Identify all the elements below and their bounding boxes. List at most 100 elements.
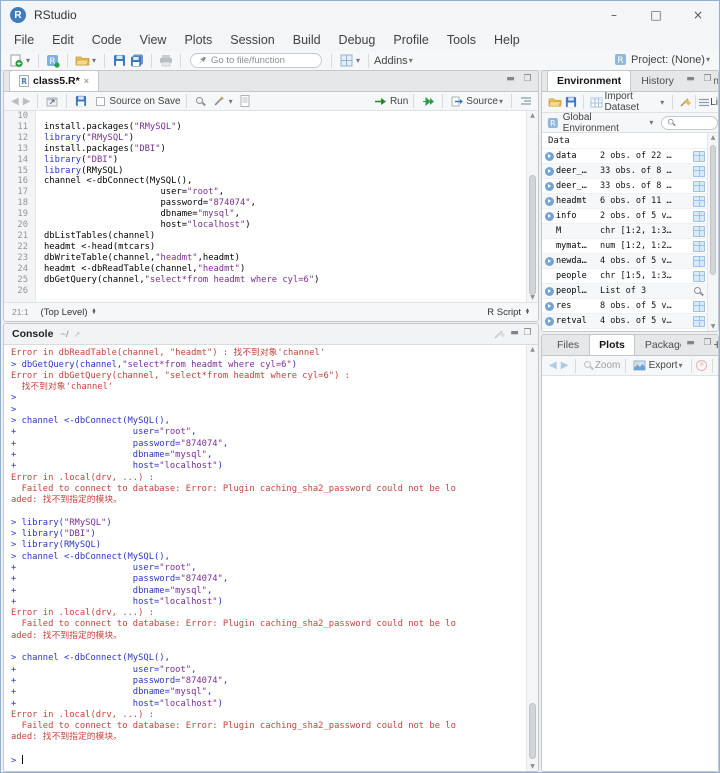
code-tools-caret-icon[interactable]: ▾ [229, 97, 233, 106]
file-type-spin-icon[interactable]: ▲▼ [525, 309, 530, 316]
env-object-row[interactable]: Mchr [1:2, 1:3… [542, 223, 707, 238]
nav-back-icon[interactable]: ◀ [11, 96, 19, 107]
env-object-row[interactable]: peoplechr [1:5, 1:3… [542, 268, 707, 283]
view-table-icon[interactable] [690, 151, 707, 162]
environment-scrollbar[interactable]: ▲ ▼ [707, 133, 718, 331]
expand-icon[interactable] [542, 182, 556, 191]
menu-session[interactable]: Session [221, 30, 283, 50]
menu-view[interactable]: View [131, 30, 176, 50]
menu-build[interactable]: Build [284, 30, 330, 50]
window-minimize-button[interactable]: – [593, 1, 635, 29]
console-scrollbar[interactable]: ▲ ▼ [526, 345, 538, 771]
run-button[interactable]: Run [390, 96, 408, 107]
load-workspace-icon[interactable] [548, 94, 562, 110]
pane-layout-icon[interactable] [338, 53, 354, 69]
document-outline-icon[interactable] [518, 93, 534, 109]
import-dataset-icon[interactable] [590, 94, 603, 110]
env-maximize-icon[interactable]: ❐ [701, 75, 714, 86]
menu-help[interactable]: Help [485, 30, 529, 50]
import-dataset-caret-icon[interactable]: ▾ [660, 98, 664, 107]
export-plot-button[interactable]: Export [649, 360, 678, 371]
menu-profile[interactable]: Profile [384, 30, 437, 50]
zoom-plot-icon[interactable] [582, 358, 593, 374]
env-object-row[interactable]: peopl…List of 3 [542, 283, 707, 298]
view-table-icon[interactable] [690, 241, 707, 252]
print-icon[interactable] [158, 53, 174, 69]
source-button[interactable]: Source [466, 96, 498, 107]
tab-history[interactable]: History [631, 71, 684, 91]
scope-spin-icon[interactable]: ▲▼ [92, 309, 97, 316]
source-minimize-icon[interactable]: ▬ [504, 75, 517, 86]
env-object-row[interactable]: headmt6 obs. of 11 … [542, 193, 707, 208]
plots-minimize-icon[interactable]: ▬ [684, 339, 697, 350]
editor-scrollbar[interactable]: ▲ ▼ [526, 111, 538, 302]
scroll-down-icon[interactable]: ▼ [708, 322, 718, 331]
expand-icon[interactable] [542, 212, 556, 221]
project-menu-button[interactable]: R Project: (None) ▾ [614, 53, 713, 66]
code-editor[interactable]: 1011121314151617181920212223242526 insta… [4, 111, 538, 302]
plots-maximize-icon[interactable]: ❐ [701, 339, 714, 350]
source-on-save-checkbox[interactable] [96, 97, 105, 106]
scroll-up-icon[interactable]: ▲ [708, 133, 718, 142]
environment-selector[interactable]: Global Environment [563, 112, 649, 134]
open-file-icon[interactable] [74, 53, 90, 69]
source-caret-icon[interactable]: ▾ [499, 97, 503, 106]
nav-forward-icon[interactable]: ▶ [23, 96, 31, 107]
addins-button[interactable]: Addins [374, 55, 408, 67]
console-maximize-icon[interactable]: ❐ [521, 329, 534, 340]
clear-console-broom-icon[interactable] [491, 326, 507, 342]
scroll-down-icon[interactable]: ▼ [527, 293, 538, 302]
open-in-window-icon[interactable]: ↗ [74, 330, 81, 339]
pane-layout-caret-icon[interactable]: ▾ [356, 56, 360, 65]
scroll-up-icon[interactable]: ▲ [527, 345, 538, 354]
view-table-icon[interactable] [690, 271, 707, 282]
code-tools-wand-icon[interactable] [211, 93, 227, 109]
expand-icon[interactable] [542, 197, 556, 206]
expand-icon[interactable] [542, 167, 556, 176]
menu-file[interactable]: File [5, 30, 43, 50]
clear-environment-broom-icon[interactable] [679, 94, 692, 110]
menu-tools[interactable]: Tools [438, 30, 485, 50]
expand-icon[interactable] [542, 257, 556, 266]
scroll-down-icon[interactable]: ▼ [527, 762, 538, 771]
expand-icon[interactable] [542, 287, 556, 296]
save-icon[interactable] [111, 53, 127, 69]
editor-scroll-thumb[interactable] [529, 175, 536, 295]
view-table-icon[interactable] [690, 316, 707, 327]
plot-forward-icon[interactable]: ▶ [561, 360, 569, 371]
file-type-selector[interactable]: R Script [487, 307, 521, 318]
tab-class5[interactable]: R class5.R* × [9, 71, 99, 91]
view-table-icon[interactable] [690, 226, 707, 237]
list-view-icon[interactable] [699, 94, 709, 110]
window-close-button[interactable]: × [677, 1, 719, 29]
tab-files[interactable]: Files [547, 335, 589, 355]
menu-plots[interactable]: Plots [175, 30, 221, 50]
env-object-row[interactable]: deer_…33 obs. of 8 … [542, 178, 707, 193]
env-object-row[interactable]: data2 obs. of 22 … [542, 148, 707, 163]
env-object-row[interactable]: info2 obs. of 5 v… [542, 208, 707, 223]
menu-debug[interactable]: Debug [330, 30, 385, 50]
env-object-row[interactable]: rs22 obs. of 4 … [542, 328, 707, 331]
addins-caret-icon[interactable]: ▾ [409, 56, 413, 65]
tab-environment[interactable]: Environment [547, 71, 631, 91]
new-file-caret-icon[interactable]: ▾ [26, 56, 30, 65]
console-output[interactable]: > headmt <-dbReadTable(channel,"headmt")… [4, 345, 526, 771]
save-all-icon[interactable] [129, 53, 145, 69]
view-table-icon[interactable] [690, 331, 707, 332]
view-table-icon[interactable] [690, 196, 707, 207]
tab-plots[interactable]: Plots [589, 335, 635, 355]
source-maximize-icon[interactable]: ❐ [521, 75, 534, 86]
source-button-icon[interactable] [449, 93, 465, 109]
view-table-icon[interactable] [690, 166, 707, 177]
scope-selector[interactable]: (Top Level) [41, 307, 88, 318]
environment-scroll-thumb[interactable] [710, 145, 716, 275]
env-object-row[interactable]: deer_…33 obs. of 8 … [542, 163, 707, 178]
view-table-icon[interactable] [690, 211, 707, 222]
environment-selector-caret-icon[interactable]: ▾ [649, 118, 653, 127]
new-project-icon[interactable]: R [45, 53, 61, 69]
window-maximize-button[interactable]: □ [635, 1, 677, 29]
view-table-icon[interactable] [690, 256, 707, 267]
console-minimize-icon[interactable]: ▬ [508, 329, 521, 340]
expand-icon[interactable] [542, 317, 556, 326]
rerun-icon[interactable] [420, 93, 436, 109]
